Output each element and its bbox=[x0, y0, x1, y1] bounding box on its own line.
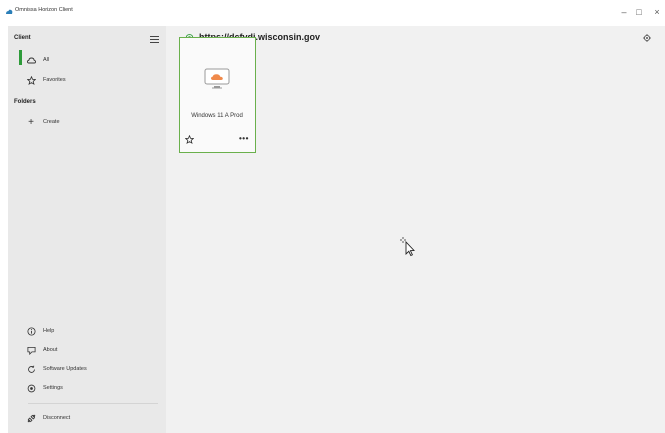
sidebar-item-help[interactable]: Help bbox=[26, 325, 54, 337]
folders-heading: Folders bbox=[14, 99, 36, 105]
sidebar-item-label: Disconnect bbox=[43, 415, 71, 421]
sidebar-item-label: All bbox=[43, 57, 50, 63]
window-title: Omnissa Horizon Client bbox=[15, 7, 73, 13]
app-logo-icon bbox=[6, 9, 13, 14]
client-heading: Client bbox=[14, 35, 31, 41]
minimize-button[interactable]: – bbox=[617, 5, 631, 19]
cloud-icon bbox=[26, 55, 36, 65]
sidebar-item-label: Create bbox=[43, 119, 60, 125]
settings-icon bbox=[26, 383, 36, 393]
main-panel: https://dcfvdi.wisconsin.gov Windows 11 … bbox=[166, 26, 665, 433]
desktop-name: Windows 11 A Prod bbox=[191, 113, 243, 119]
plus-icon: + bbox=[28, 116, 34, 128]
favorite-star-icon[interactable] bbox=[185, 135, 194, 144]
sidebar-item-label: Help bbox=[43, 328, 55, 334]
more-options-button[interactable]: ••• bbox=[239, 135, 249, 143]
desktop-monitor-icon bbox=[204, 68, 230, 89]
sidebar-item-label: About bbox=[43, 347, 58, 353]
settings-gear-icon[interactable] bbox=[641, 32, 653, 44]
maximize-button[interactable]: □ bbox=[632, 5, 646, 19]
disconnect-button[interactable]: Disconnect bbox=[26, 412, 70, 424]
desktop-tile[interactable]: Windows 11 A Prod ••• bbox=[179, 37, 256, 153]
sidebar-item-label: Software Updates bbox=[43, 366, 87, 372]
create-folder-button[interactable]: + Create bbox=[26, 116, 60, 128]
star-icon bbox=[26, 75, 36, 85]
disconnect-icon bbox=[26, 413, 36, 423]
info-icon bbox=[26, 326, 36, 336]
refresh-icon bbox=[26, 364, 36, 374]
sidebar-item-favorites[interactable]: Favorites bbox=[26, 74, 66, 86]
sidebar-item-settings[interactable]: Settings bbox=[26, 382, 63, 394]
hamburger-menu-icon[interactable] bbox=[150, 36, 159, 44]
sidebar-divider bbox=[28, 403, 158, 404]
about-icon bbox=[26, 345, 36, 355]
mouse-cursor-icon bbox=[400, 237, 415, 257]
sidebar-item-about[interactable]: About bbox=[26, 344, 57, 356]
sidebar-item-all[interactable]: All bbox=[26, 54, 49, 66]
sidebar-item-software-updates[interactable]: Software Updates bbox=[26, 363, 87, 375]
sidebar: Client All Favorites Folders + Create He… bbox=[8, 26, 166, 433]
sidebar-item-label: Favorites bbox=[43, 77, 66, 83]
sidebar-item-label: Settings bbox=[43, 385, 63, 391]
close-button[interactable]: × bbox=[650, 5, 664, 19]
active-indicator bbox=[19, 50, 22, 65]
title-bar: Omnissa Horizon Client – □ × bbox=[0, 0, 665, 24]
